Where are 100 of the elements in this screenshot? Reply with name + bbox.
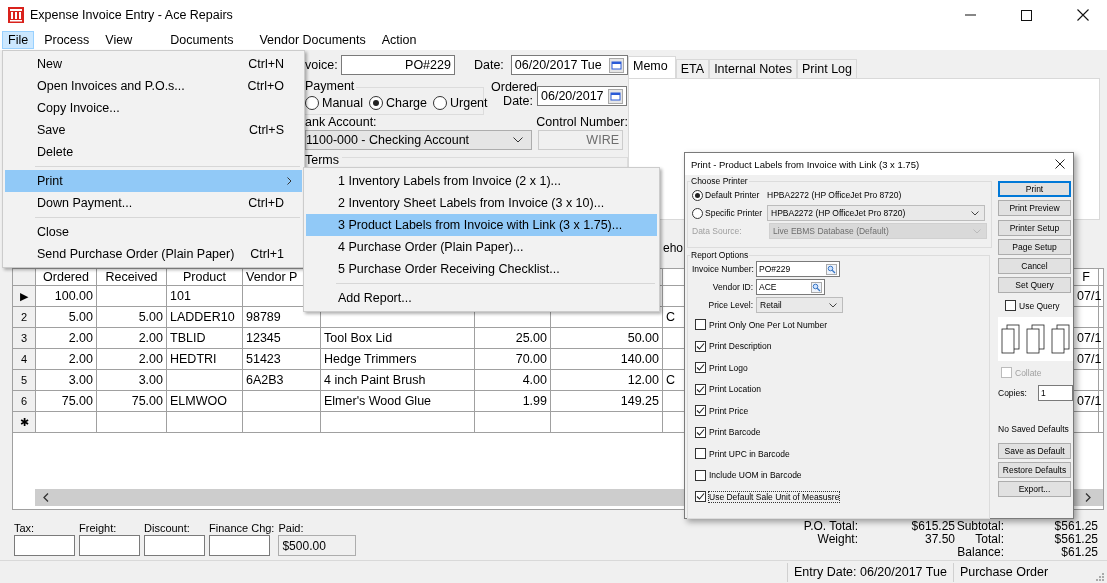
checkbox-label: Include UOM in Barcode (708, 469, 803, 482)
invoice-field[interactable]: PO#229 (340, 55, 455, 75)
menu-item[interactable]: Down Payment... Ctrl+D (5, 192, 302, 214)
menu-item[interactable]: Documents (164, 31, 240, 49)
menu-label: Print (37, 174, 63, 188)
resize-grip-icon[interactable] (1095, 572, 1104, 581)
checkbox[interactable] (695, 383, 706, 395)
menu-item[interactable]: Process (38, 31, 96, 49)
chevron-right-icon (287, 177, 292, 185)
amount-field[interactable] (14, 535, 75, 556)
search-icon[interactable] (826, 263, 837, 275)
radio-button[interactable] (369, 96, 383, 110)
checkbox[interactable] (695, 405, 706, 417)
menu-item[interactable]: View (99, 31, 139, 49)
column-header[interactable]: Ordered (36, 269, 97, 285)
checkbox[interactable] (1005, 300, 1016, 312)
dialog-button[interactable]: Print Preview (998, 200, 1071, 217)
field-label: voice: (305, 58, 339, 72)
row-header[interactable]: 3 (13, 328, 36, 348)
menu-item[interactable]: Add Report... (306, 287, 657, 309)
menu-item[interactable]: Action (375, 31, 423, 49)
menu-item[interactable]: 1 Inventory Labels from Invoice (2 x 1)... (306, 170, 657, 192)
checkbox[interactable] (695, 448, 706, 460)
invoice-number-field[interactable]: PO#229 (756, 261, 840, 277)
amount-field[interactable] (79, 535, 140, 556)
menu-item[interactable]: File (2, 31, 35, 49)
tab[interactable]: Memo (628, 56, 676, 78)
checkbox-label: Use Default Sale Unit of Measusre (708, 490, 841, 503)
shortcut-label: Ctrl+S (248, 123, 284, 137)
vendor-id-field[interactable]: ACE (756, 279, 825, 295)
date-field[interactable]: 06/20/2017 (537, 86, 627, 106)
row-header[interactable]: 4 (13, 349, 36, 369)
menu-item[interactable]: Send Purchase Order (Plain Paper) Ctrl+1 (5, 243, 302, 265)
account-dropdown[interactable]: 1100-000 - Checking Account (305, 130, 532, 150)
checkbox[interactable] (695, 426, 706, 438)
checkbox[interactable] (695, 491, 706, 503)
field-label: Discount: (144, 522, 191, 535)
column-header[interactable]: Product (167, 269, 243, 285)
menu-item[interactable]: 4 Purchase Order (Plain Paper)... (306, 236, 657, 258)
menu-item[interactable]: 2 Inventory Sheet Labels from Invoice (3 x 10)... (306, 192, 657, 214)
close-icon[interactable] (1077, 9, 1089, 21)
dialog-button[interactable]: Set Query (998, 277, 1071, 294)
radio-button[interactable] (692, 189, 703, 201)
row-header[interactable]: ▶ (13, 286, 36, 306)
field-label: Freight: (79, 522, 118, 535)
field-label: Paid: (278, 522, 305, 535)
menu-item[interactable]: Vendor Documents (253, 31, 372, 49)
dialog-button[interactable]: Export... (998, 481, 1071, 498)
table-cell: 4.00 (475, 370, 551, 390)
menu-item[interactable]: New Ctrl+N (5, 53, 302, 75)
search-icon[interactable] (811, 281, 822, 293)
tab[interactable]: eho (663, 241, 684, 255)
caret-icon[interactable] (829, 302, 837, 308)
menu-label: Down Payment... (37, 196, 133, 210)
amount-field[interactable] (144, 535, 205, 556)
price-level-dropdown[interactable]: Retail (756, 297, 843, 313)
dialog-button[interactable]: Page Setup (998, 238, 1071, 255)
calendar-icon[interactable] (609, 57, 624, 73)
amount-field[interactable] (209, 535, 270, 556)
menu-item[interactable]: Save Ctrl+S (5, 119, 302, 141)
menu-item[interactable]: Print (5, 170, 302, 192)
menu-item[interactable]: 3 Product Labels from Invoice with Link (3 x 1.75)... (306, 214, 657, 236)
dialog-button[interactable]: Save as Default (998, 442, 1071, 459)
caret-icon[interactable] (513, 137, 523, 143)
menu-item[interactable]: Copy Invoice... (5, 97, 302, 119)
dialog-button[interactable]: Print (998, 181, 1071, 197)
table-cell: 50.00 (551, 328, 663, 348)
table-cell: 2.00 (97, 328, 167, 348)
checkbox[interactable] (695, 469, 706, 481)
checkbox[interactable] (695, 319, 706, 331)
caret-icon[interactable] (971, 210, 979, 216)
copies-field[interactable]: 1 (1038, 384, 1073, 401)
row-header[interactable]: 6 (13, 391, 36, 411)
row-header[interactable]: 5 (13, 370, 36, 390)
radio-button[interactable] (305, 96, 319, 110)
tab[interactable]: Print Log (796, 59, 857, 78)
table-cell: HEDTRI (167, 349, 243, 369)
checkbox-label: Collate (1014, 366, 1043, 379)
menu-item[interactable]: Close (5, 221, 302, 243)
printer-dropdown[interactable]: HPBA2272 (HP OfficeJet Pro 8720) (767, 205, 985, 221)
close-icon[interactable] (1055, 159, 1065, 169)
row-header[interactable]: ✱ (13, 412, 36, 432)
tab[interactable]: ETA (675, 59, 710, 78)
shortcut-label: Ctrl+N (248, 57, 284, 71)
calendar-icon[interactable] (608, 88, 623, 104)
row-header[interactable]: 2 (13, 307, 36, 327)
dialog-button[interactable]: Cancel (998, 258, 1071, 275)
column-header[interactable]: Received (97, 269, 167, 285)
dialog-button[interactable]: Printer Setup (998, 219, 1071, 236)
checkbox[interactable] (695, 362, 706, 374)
tab[interactable]: Internal Notes (709, 59, 797, 78)
table-cell: 75.00 (97, 391, 167, 411)
radio-button[interactable] (692, 207, 703, 219)
menu-item[interactable]: Open Invoices and P.O.s... Ctrl+O (5, 75, 302, 97)
maximize-icon[interactable] (1021, 9, 1032, 21)
radio-button[interactable] (433, 96, 447, 110)
checkbox[interactable] (695, 340, 706, 352)
dialog-button[interactable]: Restore Defaults (998, 462, 1071, 479)
menu-item[interactable]: Delete (5, 141, 302, 163)
date-field[interactable]: 06/20/2017 Tue (510, 55, 628, 75)
